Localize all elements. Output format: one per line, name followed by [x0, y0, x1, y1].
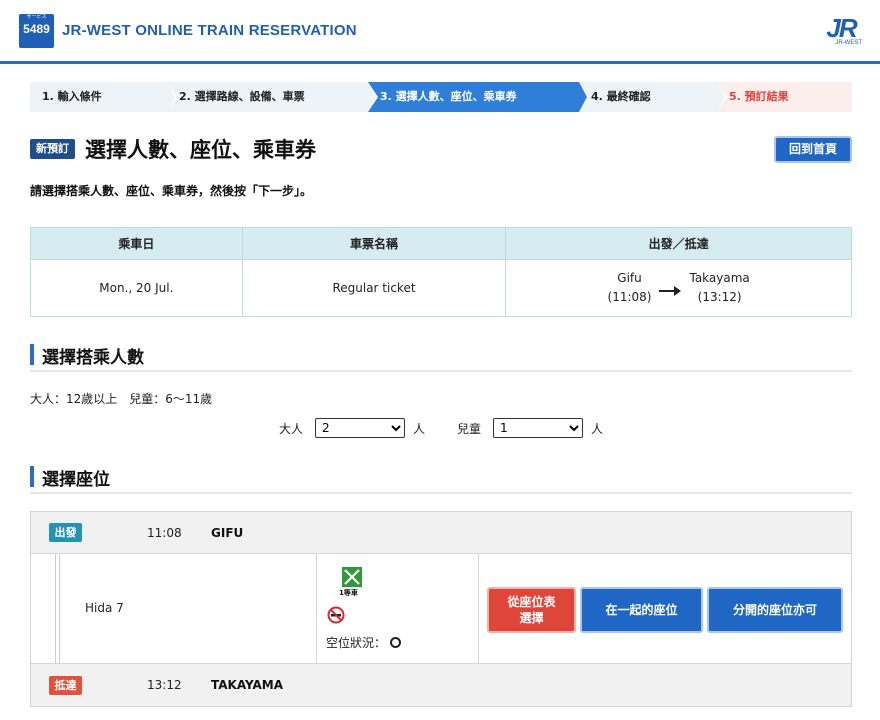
new-reservation-badge: 新預訂: [30, 139, 75, 159]
brand-title[interactable]: JR-WEST ONLINE TRAIN RESERVATION: [62, 22, 357, 39]
step-arrow: [717, 82, 725, 112]
right-arrow-icon: [659, 286, 682, 296]
seats-separate-ok-button[interactable]: 分開的座位亦可: [707, 587, 843, 633]
arrival-time: 13:12: [147, 678, 182, 692]
departure-time: 11:08: [147, 526, 182, 540]
destination-station: Takayama: [689, 271, 750, 285]
cell-divider: [316, 554, 317, 663]
cell-divider: [478, 554, 479, 663]
route-line: [55, 554, 56, 663]
service-logo[interactable]: サービス 5489: [19, 14, 54, 48]
table-header-row: 乘車日 車票名稱 出發／抵達: [30, 227, 852, 260]
header-date: 乘車日: [30, 227, 243, 260]
available-circle-icon: [390, 637, 402, 648]
travel-date: Mon., 20 Jul.: [30, 259, 243, 317]
header-route: 出發／抵達: [505, 227, 852, 260]
origin: Gifu (11:08): [608, 269, 652, 307]
arrival-station: TAKAYAMA: [211, 678, 284, 692]
seats-together-button[interactable]: 在一起的座位: [580, 587, 703, 633]
page-title: 選擇人數、座位、乘車券: [85, 138, 316, 162]
route: Gifu (11:08) Takayama (13:12): [608, 269, 750, 307]
age-note: 大人：12歲以上 兒童：6〜11歲: [30, 392, 213, 406]
step-arrow: [167, 82, 175, 112]
destination: Takayama (13:12): [689, 269, 749, 307]
child-unit: 人: [591, 421, 604, 436]
seat-selection-panel: 出發 11:08 GIFU Hida 7 1等車 空位狀況： 從座位表 選擇 在…: [30, 511, 852, 707]
step-1-label: 1. 輸入條件: [42, 90, 102, 103]
ticket-name: Regular ticket: [241, 259, 507, 317]
availability-status: 空位狀況：: [326, 634, 402, 651]
step-2-label: 2. 選擇路線、設備、車票: [179, 90, 305, 103]
select-from-seat-map-button[interactable]: 從座位表 選擇: [487, 587, 576, 633]
step-5-label: 5. 預訂結果: [729, 90, 789, 103]
logo-number: 5489: [23, 22, 50, 36]
adult-count-select[interactable]: 2: [315, 418, 406, 438]
step-2: 2. 選擇路線、設備、車票: [167, 82, 378, 112]
train-name: Hida 7: [85, 601, 124, 615]
departure-station: GIFU: [211, 526, 244, 540]
table-row: Mon., 20 Jul. Regular ticket Gifu (11:08…: [30, 259, 852, 317]
header-ticket-name: 車票名稱: [241, 227, 507, 260]
step-1: 1. 輸入條件: [30, 82, 177, 112]
progress-steps: 1. 輸入條件 2. 選擇路線、設備、車票 3. 選擇人數、座位、乘車券 4. …: [30, 82, 852, 112]
step-3-current: 3. 選擇人數、座位、乘車券: [368, 82, 589, 112]
child-label: 兒童: [457, 421, 482, 436]
step-arrow: [368, 82, 376, 112]
availability-label: 空位狀況：: [326, 636, 387, 650]
select-from-seat-map-label: 從座位表 選擇: [507, 595, 556, 625]
train-row: Hida 7 1等車 空位狀況： 從座位表 選擇 在一起的座位 分開的座位亦可: [31, 554, 851, 663]
step-3-label: 3. 選擇人數、座位、乘車券: [380, 90, 517, 103]
seat-section-heading: 選擇座位: [30, 464, 852, 494]
seat-section-title: 選擇座位: [42, 470, 110, 490]
adult-unit: 人: [413, 421, 426, 436]
site-header: サービス 5489 JR-WEST ONLINE TRAIN RESERVATI…: [0, 0, 880, 64]
instruction-text: 請選擇搭乘人數、座位、乘車券，然後按「下一步」。: [30, 184, 313, 198]
arrival-tag: 抵達: [49, 676, 82, 695]
step-4-label: 4. 最終確認: [591, 90, 651, 103]
origin-time: (11:08): [607, 290, 652, 304]
no-smoking-icon: [327, 606, 345, 624]
heading-accent: [30, 466, 34, 487]
jr-west-logo[interactable]: JR JR-WEST: [820, 13, 862, 48]
green-car-icon: [342, 567, 362, 587]
passenger-section-title: 選擇搭乘人數: [42, 348, 144, 368]
route-line: [59, 554, 60, 663]
passenger-section-heading: 選擇搭乘人數: [30, 342, 852, 372]
ticket-summary-table: 乘車日 車票名稱 出發／抵達 Mon., 20 Jul. Regular tic…: [30, 227, 852, 317]
passenger-count-row: 大人 2 人 兒童 1 人: [279, 418, 603, 438]
arrival-row: 抵達 13:12 TAKAYAMA: [31, 663, 851, 706]
adult-label: 大人: [279, 421, 304, 436]
child-count-select[interactable]: 1: [493, 418, 584, 438]
green-car-label: 1等車: [339, 589, 358, 597]
departure-tag: 出發: [49, 523, 82, 542]
home-button[interactable]: 回到首頁: [774, 136, 852, 163]
step-arrow: [579, 82, 587, 112]
step-5: 5. 預訂結果: [717, 82, 852, 112]
destination-time: (13:12): [697, 290, 742, 304]
jr-mark: JR: [826, 13, 857, 43]
heading-accent: [30, 344, 34, 365]
origin-station: Gifu: [617, 271, 642, 285]
step-4: 4. 最終確認: [579, 82, 727, 112]
route-cell: Gifu (11:08) Takayama (13:12): [505, 259, 852, 317]
departure-row: 出發 11:08 GIFU: [31, 512, 851, 554]
